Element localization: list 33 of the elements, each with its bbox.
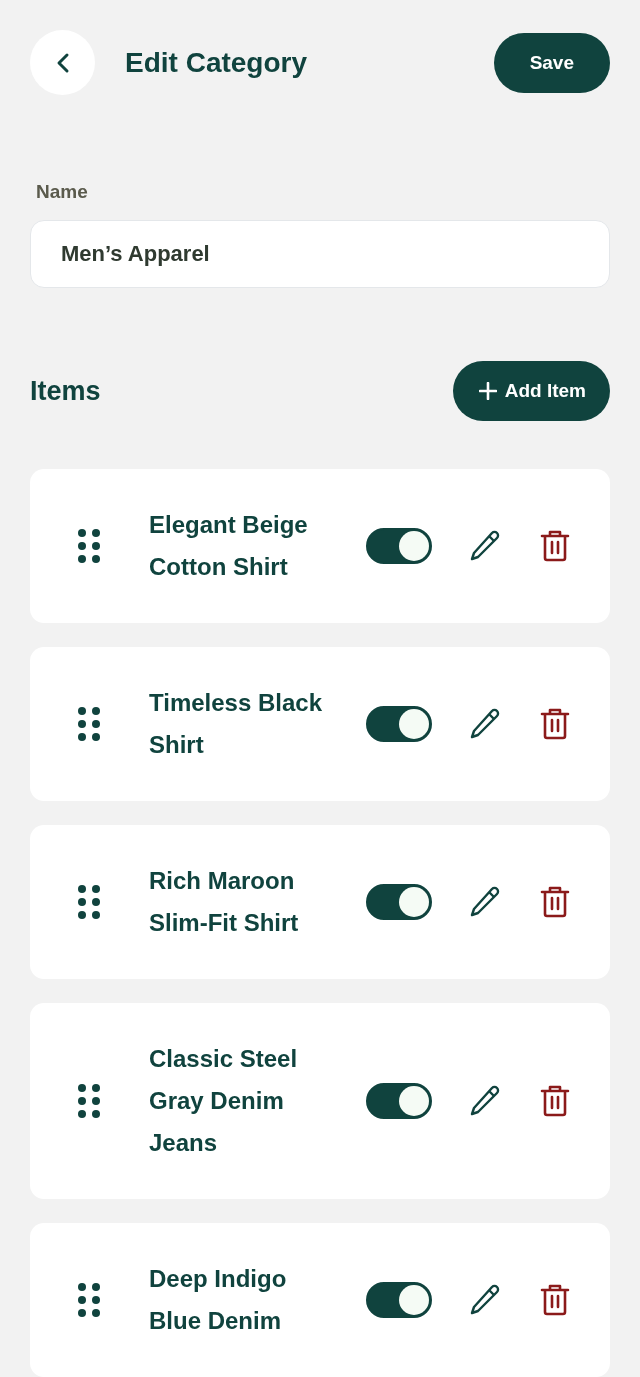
page-title: Edit Category <box>125 46 309 79</box>
item-name: Rich Maroon Slim-Fit Shirt <box>149 866 300 938</box>
save-button[interactable]: Save <box>493 32 610 93</box>
add-item-button[interactable]: Add Item <box>452 361 610 421</box>
edit-icon[interactable] <box>468 707 502 741</box>
edit-icon[interactable] <box>468 529 502 563</box>
item-name: Classic Steel Gray Denim Jeans <box>149 1044 299 1158</box>
item-toggle[interactable] <box>366 884 432 920</box>
drag-handle-icon[interactable] <box>78 529 100 563</box>
delete-icon[interactable] <box>540 707 570 741</box>
drag-handle-icon[interactable] <box>78 1283 100 1317</box>
item-name: Deep Indigo Blue Denim <box>149 1264 288 1336</box>
back-icon <box>55 51 70 74</box>
delete-icon[interactable] <box>540 1283 570 1317</box>
delete-icon[interactable] <box>540 885 570 919</box>
item-toggle[interactable] <box>366 706 432 742</box>
delete-icon[interactable] <box>540 1084 570 1118</box>
item-name: Timeless Black Shirt <box>149 688 323 760</box>
edit-icon[interactable] <box>468 1283 502 1317</box>
item-name: Elegant Beige Cotton Shirt <box>149 510 309 582</box>
drag-handle-icon[interactable] <box>78 707 100 741</box>
item-toggle[interactable] <box>366 1083 432 1119</box>
drag-handle-icon[interactable] <box>78 1084 100 1118</box>
delete-icon[interactable] <box>540 529 570 563</box>
item-toggle[interactable] <box>366 528 432 564</box>
name-input[interactable]: Men’s Apparel <box>30 220 610 288</box>
field-label: Name <box>36 181 89 203</box>
drag-handle-icon[interactable] <box>78 885 100 919</box>
edit-icon[interactable] <box>468 885 502 919</box>
item-toggle[interactable] <box>366 1282 432 1318</box>
section-title: Items <box>30 375 101 407</box>
edit-icon[interactable] <box>468 1084 502 1118</box>
plus-icon <box>478 382 497 400</box>
